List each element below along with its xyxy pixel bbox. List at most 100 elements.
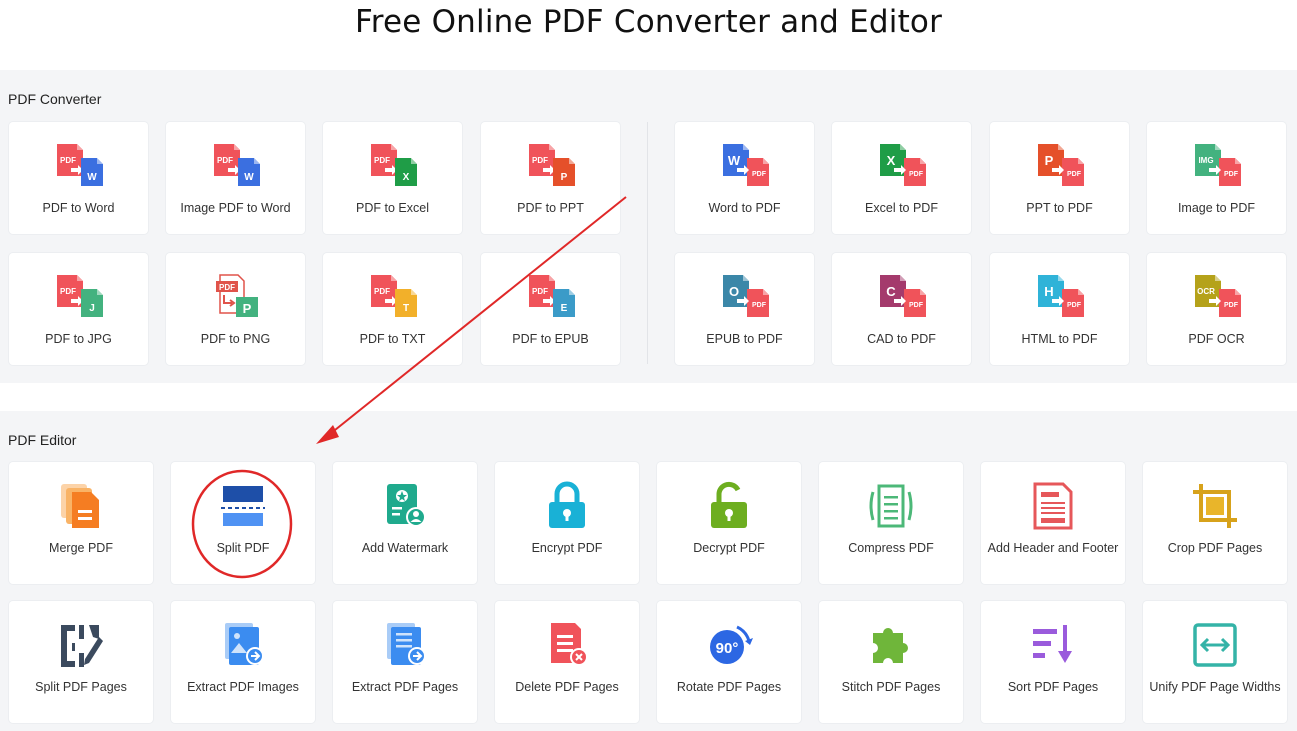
tool-card-header-footer[interactable]: Add Header and Footer — [981, 462, 1125, 584]
svg-text:PDF: PDF — [1067, 302, 1082, 309]
rotate-icon: 90° — [657, 619, 801, 671]
extract-images-icon — [171, 619, 315, 671]
tool-label: PPT to PDF — [1026, 201, 1093, 215]
tool-card-puzzle[interactable]: Stitch PDF Pages — [819, 601, 963, 723]
svg-text:P: P — [560, 172, 567, 183]
tool-card-lock[interactable]: Encrypt PDF — [495, 462, 639, 584]
tool-card-split-pdf[interactable]: Split PDF — [171, 462, 315, 584]
tool-label: Image to PDF — [1177, 201, 1256, 215]
svg-text:PDF: PDF — [1067, 171, 1082, 178]
split-pdf-icon — [171, 480, 315, 532]
tool-card-ppt-to-pdf[interactable]: P PDF PPT to PDF — [990, 122, 1129, 234]
tool-label: PDF to JPG — [45, 332, 112, 346]
tool-card-extract-images[interactable]: Extract PDF Images — [171, 601, 315, 723]
cad-to-pdf-icon: C PDF — [832, 273, 971, 321]
compress-pdf-icon — [819, 480, 963, 532]
svg-text:PDF: PDF — [60, 287, 76, 296]
sort-icon — [981, 619, 1125, 671]
merge-pdf-icon — [9, 480, 153, 532]
delete-pages-icon — [495, 619, 639, 671]
tool-label: Add Header and Footer — [987, 541, 1119, 555]
svg-text:P: P — [242, 301, 251, 316]
svg-text:PDF: PDF — [532, 156, 548, 165]
tool-card-pdf-to-word[interactable]: PDF W PDF to Word — [9, 122, 148, 234]
svg-text:PDF: PDF — [217, 156, 233, 165]
tool-card-pdf-ocr[interactable]: OCR PDF PDF OCR — [1147, 253, 1286, 365]
svg-text:PDF: PDF — [532, 287, 548, 296]
tool-card-compress-pdf[interactable]: Compress PDF — [819, 462, 963, 584]
tool-card-pdf-to-epub[interactable]: PDF E PDF to EPUB — [481, 253, 620, 365]
image-to-pdf-icon: IMG PDF — [1147, 142, 1286, 190]
extract-pages-icon — [333, 619, 477, 671]
add-watermark-icon — [333, 480, 477, 532]
pdf-editor-section: PDF Editor Merge PDF Split PDF Add Waterma… — [0, 411, 1297, 731]
svg-text:PDF: PDF — [1224, 302, 1239, 309]
svg-text:J: J — [89, 303, 95, 314]
svg-text:W: W — [244, 172, 254, 183]
tool-label: Extract PDF Images — [187, 680, 299, 694]
tool-label: Decrypt PDF — [693, 541, 765, 555]
tool-label: Crop PDF Pages — [1167, 541, 1263, 555]
tool-label: HTML to PDF — [1021, 332, 1098, 346]
svg-text:H: H — [1044, 284, 1053, 299]
svg-text:OCR: OCR — [1197, 287, 1215, 296]
svg-text:PDF: PDF — [752, 171, 767, 178]
tool-label: Split PDF — [216, 541, 270, 555]
svg-text:90°: 90° — [716, 640, 739, 657]
svg-text:PDF: PDF — [219, 283, 235, 292]
tool-card-pdf-to-jpg[interactable]: PDF J PDF to JPG — [9, 253, 148, 365]
svg-text:PDF: PDF — [374, 287, 390, 296]
tool-label: PDF to PNG — [200, 332, 271, 346]
tool-card-sort[interactable]: Sort PDF Pages — [981, 601, 1125, 723]
header-footer-icon — [981, 480, 1125, 532]
pdf-to-ppt-icon: PDF P — [481, 142, 620, 190]
svg-text:PDF: PDF — [1224, 171, 1239, 178]
section-title-converter: PDF Converter — [8, 91, 102, 107]
svg-text:X: X — [402, 172, 409, 183]
tool-card-cad-to-pdf[interactable]: C PDF CAD to PDF — [832, 253, 971, 365]
tool-card-word-to-pdf[interactable]: W PDF Word to PDF — [675, 122, 814, 234]
tool-label: Sort PDF Pages — [1007, 680, 1099, 694]
image-pdf-to-word-icon: PDF W — [166, 142, 305, 190]
section-title-editor: PDF Editor — [8, 432, 77, 448]
tool-card-pdf-to-png[interactable]: PDF P PDF to PNG — [166, 253, 305, 365]
tool-card-merge-pdf[interactable]: Merge PDF — [9, 462, 153, 584]
tool-card-html-to-pdf[interactable]: H PDF HTML to PDF — [990, 253, 1129, 365]
unify-width-icon — [1143, 619, 1287, 671]
tool-card-excel-to-pdf[interactable]: X PDF Excel to PDF — [832, 122, 971, 234]
epub-to-pdf-icon: O PDF — [675, 273, 814, 321]
tool-card-image-pdf-to-word[interactable]: PDF W Image PDF to Word — [166, 122, 305, 234]
tool-card-extract-pages[interactable]: Extract PDF Pages — [333, 601, 477, 723]
tool-card-add-watermark[interactable]: Add Watermark — [333, 462, 477, 584]
tool-card-pdf-to-txt[interactable]: PDF T PDF to TXT — [323, 253, 462, 365]
svg-text:P: P — [1044, 153, 1053, 168]
tool-card-pdf-to-excel[interactable]: PDF X PDF to Excel — [323, 122, 462, 234]
divider — [647, 122, 648, 364]
tool-label: Compress PDF — [848, 541, 934, 555]
tool-card-unlock[interactable]: Decrypt PDF — [657, 462, 801, 584]
svg-text:X: X — [886, 153, 895, 168]
tool-card-unify-width[interactable]: Unify PDF Page Widths — [1143, 601, 1287, 723]
crop-icon — [1143, 480, 1287, 532]
tool-card-pdf-to-ppt[interactable]: PDF P PDF to PPT — [481, 122, 620, 234]
unlock-icon — [657, 480, 801, 532]
tool-label: PDF to TXT — [359, 332, 426, 346]
svg-text:PDF: PDF — [909, 302, 924, 309]
tool-card-crop[interactable]: Crop PDF Pages — [1143, 462, 1287, 584]
tool-label: Split PDF Pages — [35, 680, 127, 694]
svg-text:W: W — [87, 172, 97, 183]
tool-card-split-pages[interactable]: Split PDF Pages — [9, 601, 153, 723]
tool-label: PDF OCR — [1188, 332, 1245, 346]
pdf-to-word-icon: PDF W — [9, 142, 148, 190]
pdf-to-png-icon: PDF P — [166, 273, 305, 321]
tool-card-delete-pages[interactable]: Delete PDF Pages — [495, 601, 639, 723]
page-title: Free Online PDF Converter and Editor — [354, 4, 943, 40]
tool-card-rotate[interactable]: 90° Rotate PDF Pages — [657, 601, 801, 723]
pdf-converter-section: PDF Converter PDF W PDF to Word PDF W Image P… — [0, 70, 1297, 383]
svg-text:PDF: PDF — [752, 302, 767, 309]
tool-label: Add Watermark — [361, 541, 449, 555]
pdf-ocr-icon: OCR PDF — [1147, 273, 1286, 321]
tool-card-image-to-pdf[interactable]: IMG PDF Image to PDF — [1147, 122, 1286, 234]
tool-card-epub-to-pdf[interactable]: O PDF EPUB to PDF — [675, 253, 814, 365]
tool-label: Unify PDF Page Widths — [1149, 680, 1281, 694]
